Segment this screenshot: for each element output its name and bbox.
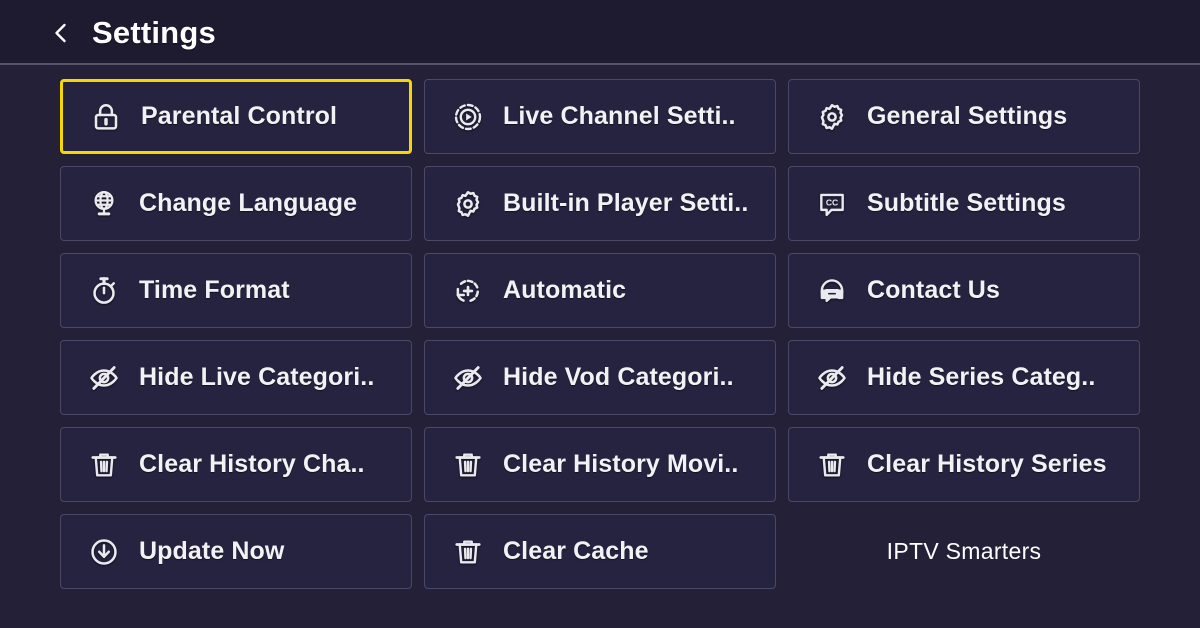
settings-tile-subtitle-settings[interactable]: CC Subtitle Settings: [788, 166, 1140, 241]
settings-tile-label: Clear Cache: [503, 537, 649, 565]
settings-tile-label: Hide Live Categori..: [139, 363, 375, 391]
settings-tile-label: Automatic: [503, 276, 627, 304]
gear-icon: [815, 100, 849, 134]
settings-tile-clear-cache[interactable]: Clear Cache: [424, 514, 776, 589]
settings-tile-change-language[interactable]: Change Language: [60, 166, 412, 241]
settings-tile-clear-history-channels[interactable]: Clear History Cha..: [60, 427, 412, 502]
globe-icon: [87, 187, 121, 221]
settings-tile-built-in-player[interactable]: Built-in Player Setti..: [424, 166, 776, 241]
settings-tile-label: Subtitle Settings: [867, 189, 1066, 217]
eye-off-icon: [87, 361, 121, 395]
settings-tile-label: Parental Control: [141, 102, 338, 130]
settings-tile-label: General Settings: [867, 102, 1068, 130]
settings-tile-general-settings[interactable]: General Settings: [788, 79, 1140, 154]
page-title: Settings: [92, 15, 216, 50]
lock-icon: [89, 100, 123, 134]
back-button[interactable]: [48, 20, 74, 46]
trash-icon: [815, 448, 849, 482]
settings-tile-label: Clear History Series: [867, 450, 1107, 478]
settings-tile-label: Time Format: [139, 276, 290, 304]
download-circle-icon: [87, 535, 121, 569]
settings-tile-label: Update Now: [139, 537, 285, 565]
eye-off-icon: [815, 361, 849, 395]
auto-refresh-icon: [451, 274, 485, 308]
settings-tile-label: Hide Series Categ..: [867, 363, 1096, 391]
settings-tile-update-now[interactable]: Update Now: [60, 514, 412, 589]
settings-tile-label: Clear History Cha..: [139, 450, 365, 478]
settings-tile-label: Built-in Player Setti..: [503, 189, 749, 217]
settings-tile-time-format[interactable]: Time Format: [60, 253, 412, 328]
settings-tile-label: Hide Vod Categori..: [503, 363, 734, 391]
svg-text:CC: CC: [826, 197, 838, 207]
eye-off-icon: [451, 361, 485, 395]
settings-tile-clear-history-series[interactable]: Clear History Series: [788, 427, 1140, 502]
trash-icon: [451, 535, 485, 569]
trash-icon: [87, 448, 121, 482]
app-header: Settings: [0, 0, 1200, 65]
headset-support-icon: [815, 274, 849, 308]
settings-tile-contact-us[interactable]: Contact Us: [788, 253, 1140, 328]
settings-tile-hide-vod-categories[interactable]: Hide Vod Categori..: [424, 340, 776, 415]
play-circle-icon: [451, 100, 485, 134]
settings-tile-hide-live-categories[interactable]: Hide Live Categori..: [60, 340, 412, 415]
trash-icon: [451, 448, 485, 482]
settings-tile-hide-series-categories[interactable]: Hide Series Categ..: [788, 340, 1140, 415]
settings-tile-live-channel-settings[interactable]: Live Channel Setti..: [424, 79, 776, 154]
settings-tile-label: Live Channel Setti..: [503, 102, 736, 130]
settings-grid: Parental Control Live Channel Setti.. Ge…: [60, 79, 1140, 589]
closed-caption-icon: CC: [815, 187, 849, 221]
gear-icon: [451, 187, 485, 221]
stopwatch-icon: [87, 274, 121, 308]
settings-tile-label: Change Language: [139, 189, 358, 217]
brand-watermark: IPTV Smarters: [788, 514, 1140, 589]
settings-tile-automatic[interactable]: Automatic: [424, 253, 776, 328]
settings-tile-label: Contact Us: [867, 276, 1000, 304]
brand-watermark-text: IPTV Smarters: [886, 538, 1042, 564]
settings-tile-label: Clear History Movi..: [503, 450, 739, 478]
chevron-left-icon: [49, 21, 73, 45]
settings-tile-parental-control[interactable]: Parental Control: [60, 79, 412, 154]
settings-tile-clear-history-movies[interactable]: Clear History Movi..: [424, 427, 776, 502]
